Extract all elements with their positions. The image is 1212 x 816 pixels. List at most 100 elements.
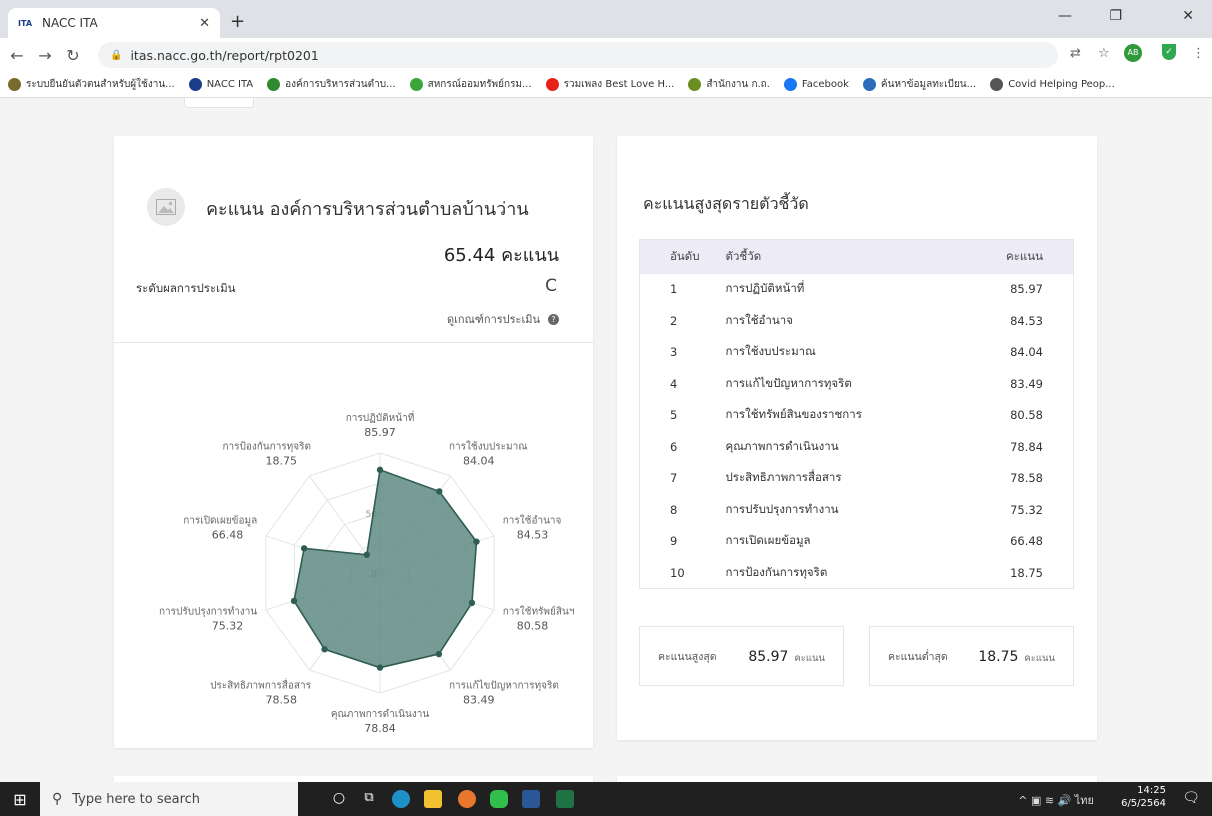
browser-tab[interactable]: ITA NACC ITA ✕ xyxy=(8,8,220,38)
ranking-title: คะแนนสูงสุดรายตัวชี้วัด xyxy=(643,194,809,213)
translate-icon[interactable]: ⇄ xyxy=(1070,46,1081,61)
minimize-icon[interactable]: — xyxy=(1058,8,1072,24)
indicator-cell: การป้องกันการทุจริต xyxy=(725,564,828,579)
file-explorer-icon[interactable] xyxy=(424,790,442,808)
excel-icon[interactable] xyxy=(556,790,574,808)
radar-value-label: 78.58 xyxy=(266,694,298,707)
max-score-box: คะแนนสูงสุด 85.97 คะแนน xyxy=(639,626,844,686)
shield-extension-icon[interactable]: ✓ xyxy=(1162,44,1176,60)
radar-axis-label: การปฏิบัติหน้าที่ xyxy=(346,410,415,424)
indicator-cell: การปฏิบัติหน้าที่ xyxy=(725,281,805,296)
image-placeholder-icon xyxy=(147,188,185,226)
radar-data-point xyxy=(435,650,443,658)
indicator-cell: การใช้งบประมาณ xyxy=(725,344,816,359)
adblock-extension-icon[interactable]: AB xyxy=(1124,44,1142,62)
rank-cell: 9 xyxy=(670,534,678,549)
tab-title: NACC ITA xyxy=(42,16,98,30)
radar-data-point xyxy=(300,545,308,552)
bookmark-favicon-icon xyxy=(862,78,876,91)
radar-data-point xyxy=(473,538,480,545)
cortana-icon[interactable]: ○ xyxy=(330,790,348,808)
windows-start-icon[interactable]: ⊞ xyxy=(0,790,40,809)
bookmark-favicon-icon xyxy=(545,78,559,91)
top-card-fragment xyxy=(184,98,254,108)
bookmark-item[interactable]: องค์การบริหารส่วนตำบ... xyxy=(267,77,396,92)
browser-tab-bar: ITA NACC ITA ✕ + — ❐ ✕ xyxy=(0,0,1212,38)
bookmark-favicon-icon xyxy=(188,78,202,91)
radar-data-point xyxy=(290,597,298,605)
table-row: 10 การป้องกันการทุจริต 18.75 xyxy=(640,557,1074,589)
indicator-cell: การปรับปรุงการทำงาน xyxy=(725,501,839,516)
back-icon[interactable]: ← xyxy=(6,46,28,65)
bookmark-item[interactable]: NACC ITA xyxy=(188,78,253,91)
url-input[interactable]: 🔒 itas.nacc.go.th/report/rpt0201 xyxy=(98,42,1058,68)
min-unit: คะแนน xyxy=(1024,653,1055,664)
bookmark-item[interactable]: Facebook xyxy=(783,78,849,91)
bookmark-label: Facebook xyxy=(801,79,849,90)
close-window-icon[interactable]: ✕ xyxy=(1182,8,1194,24)
lock-icon: 🔒 xyxy=(110,49,123,61)
radar-value-label: 84.04 xyxy=(463,454,495,467)
radar-axis-label: การใช้งบประมาณ xyxy=(449,440,528,452)
bookmark-star-icon[interactable]: ☆ xyxy=(1098,46,1110,61)
radar-axis-label: การใช้อำนาจ xyxy=(503,514,562,526)
table-row: 7 ประสิทธิภาพการสื่อสาร 78.58 xyxy=(640,463,1074,495)
reload-icon[interactable]: ↻ xyxy=(62,46,84,65)
rank-cell: 3 xyxy=(670,345,678,360)
table-row: 1 การปฏิบัติหน้าที่ 85.97 xyxy=(640,274,1074,306)
taskbar-search-input[interactable]: ⚲ Type here to search xyxy=(40,782,298,816)
score-cell: 84.04 xyxy=(1010,345,1043,360)
line-icon[interactable] xyxy=(490,790,508,808)
language-indicator[interactable]: ไทย xyxy=(1075,794,1094,807)
bookmark-favicon-icon xyxy=(409,78,423,91)
rank-cell: 5 xyxy=(670,408,678,423)
page-content: คะแนน องค์การบริหารส่วนตำบลบ้านว่าน 65.4… xyxy=(0,98,1212,782)
menu-icon[interactable]: ⋮ xyxy=(1192,46,1205,61)
score-cell: 80.58 xyxy=(1010,408,1043,423)
header-rank: อันดับ xyxy=(639,239,726,274)
max-unit: คะแนน xyxy=(794,653,825,664)
restore-icon[interactable]: ❐ xyxy=(1109,8,1122,24)
clock-date: 6/5/2564 xyxy=(1121,798,1166,809)
forward-icon[interactable]: → xyxy=(34,46,56,65)
task-view-icon[interactable]: ⧉ xyxy=(360,790,378,808)
radar-data-point xyxy=(363,551,370,558)
bookmark-item[interactable]: Covid Helping Peop... xyxy=(990,78,1115,91)
new-tab-icon[interactable]: + xyxy=(230,11,245,32)
radar-data-point xyxy=(376,466,384,474)
system-tray-icons[interactable]: ^ ▣ ≋ 🔊 ไทย xyxy=(1018,791,1094,809)
notification-icon[interactable]: 🗨 xyxy=(1182,790,1200,806)
score-cell: 83.49 xyxy=(1010,376,1043,391)
brave-icon[interactable] xyxy=(458,790,476,808)
criteria-link-label: ดูเกณฑ์การประเมิน xyxy=(447,313,540,326)
bookmark-label: องค์การบริหารส่วนตำบ... xyxy=(285,79,396,90)
table-row: 5 การใช้ทรัพย์สินของราชการ 80.58 xyxy=(640,400,1074,432)
bookmark-label: สำนักงาน ก.ถ. xyxy=(706,79,770,90)
radar-data-point xyxy=(436,488,443,495)
bookmark-item[interactable]: ระบบยืนยันตัวตนสำหรับผู้ใช้งาน... xyxy=(8,77,175,92)
radar-axis-label: ประสิทธิภาพการสื่อสาร xyxy=(210,678,312,692)
bookmark-label: รวมเพลง Best Love H... xyxy=(563,79,675,90)
radar-axis-label: การแก้ไขปัญหาการทุจริต xyxy=(449,680,559,692)
clock[interactable]: 14:25 6/5/2564 xyxy=(1121,784,1166,810)
min-label: คะแนนต่ำสุด xyxy=(888,650,948,663)
table-row: 3 การใช้งบประมาณ 84.04 xyxy=(640,337,1074,369)
header-indicator: ตัวชี้วัด xyxy=(725,239,959,274)
bookmark-item[interactable]: สำนักงาน ก.ถ. xyxy=(688,77,770,92)
score-cell: 66.48 xyxy=(1010,534,1043,549)
bookmark-item[interactable]: รวมเพลง Best Love H... xyxy=(545,77,675,92)
close-tab-icon[interactable]: ✕ xyxy=(199,16,210,31)
criteria-link[interactable]: ดูเกณฑ์การประเมิน ? xyxy=(447,310,559,328)
radar-data-point xyxy=(376,664,384,671)
word-icon[interactable] xyxy=(522,790,540,808)
radar-value-label: 84.53 xyxy=(517,528,549,541)
bookmark-item[interactable]: ค้นหาข้อมูลทะเบียน... xyxy=(862,77,976,92)
bookmark-item[interactable]: สหกรณ์ออมทรัพย์กรม... xyxy=(409,77,532,92)
radar-value-label: 75.32 xyxy=(212,620,244,633)
table-row: 2 การใช้อำนาจ 84.53 xyxy=(640,305,1074,337)
score-cell: 84.53 xyxy=(1010,313,1043,328)
max-label: คะแนนสูงสุด xyxy=(658,650,717,663)
help-icon: ? xyxy=(548,313,559,325)
radar-value-label: 85.97 xyxy=(364,426,396,439)
edge-icon[interactable] xyxy=(392,790,410,808)
